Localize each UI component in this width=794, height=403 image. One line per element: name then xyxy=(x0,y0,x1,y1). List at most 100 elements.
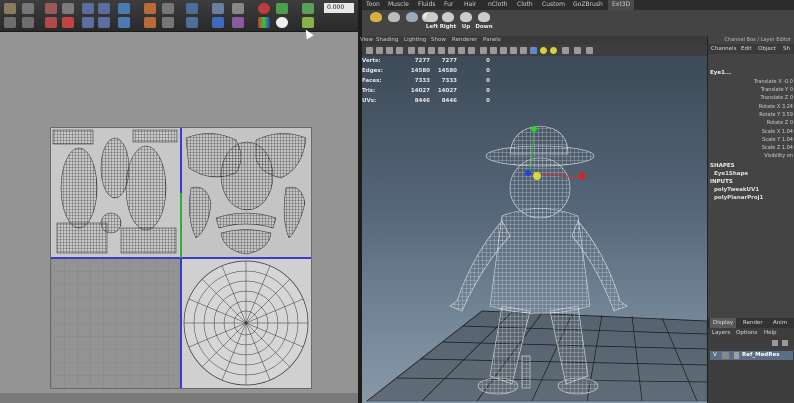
tab-display[interactable]: Display xyxy=(710,318,737,328)
grid-toggle-icon[interactable] xyxy=(408,47,415,54)
brush-shelf-button[interactable] xyxy=(366,11,386,35)
shelf-tab[interactable]: Toon xyxy=(366,0,380,10)
shelf-tab-active[interactable]: Ext3D xyxy=(608,0,635,10)
uv-tool-icon[interactable] xyxy=(144,3,156,14)
isolate-select-icon[interactable] xyxy=(586,47,593,54)
uv-tool-icon[interactable] xyxy=(118,3,130,14)
attr-rotate-x[interactable]: Rotate X 3.24 xyxy=(759,104,793,110)
uv-tool-icon[interactable] xyxy=(82,17,94,28)
layer-name[interactable]: Ref_MedRes xyxy=(742,351,780,360)
render-shelf-button[interactable] xyxy=(384,11,404,35)
attr-translate-y[interactable]: Translate Y 0 xyxy=(761,87,793,93)
camera-up-button[interactable]: Up xyxy=(456,11,476,35)
show-menu[interactable]: Sh xyxy=(783,44,790,54)
flip-uv-icon[interactable] xyxy=(45,3,57,14)
uv-tool-icon[interactable] xyxy=(162,17,174,28)
shape-node[interactable]: Eye1Shape xyxy=(714,171,748,177)
uv-tool-icon[interactable] xyxy=(162,3,174,14)
shelf-tab[interactable]: Hair xyxy=(464,0,476,10)
viewport-menu-shading[interactable]: Shading xyxy=(376,36,398,45)
safe-title-icon[interactable] xyxy=(468,47,475,54)
layers-menu[interactable]: Layers xyxy=(712,329,730,338)
high-quality-icon[interactable] xyxy=(562,47,569,54)
uv-tool-icon[interactable] xyxy=(276,3,288,14)
uv-empty-tile[interactable] xyxy=(51,258,181,388)
layer-visibility-toggle[interactable]: V xyxy=(713,351,717,360)
viewport-menu-lighting[interactable]: Lighting xyxy=(404,36,426,45)
uv-tool-icon[interactable] xyxy=(22,3,34,14)
input-node[interactable]: polyTweakUV1 xyxy=(714,187,759,193)
layer-type-toggle[interactable] xyxy=(722,352,729,359)
viewport-menu-renderer[interactable]: Renderer xyxy=(452,36,477,45)
image-plane-icon[interactable] xyxy=(396,47,403,54)
uv-shells-head[interactable] xyxy=(181,128,311,258)
uv-shells-radial[interactable] xyxy=(181,258,311,388)
uv-tool-icon[interactable] xyxy=(186,3,198,14)
shadows-icon[interactable] xyxy=(550,47,557,54)
uv-tool-icon[interactable] xyxy=(144,17,156,28)
dim-image-icon[interactable] xyxy=(232,3,244,14)
uv-tool-icon[interactable] xyxy=(302,3,314,14)
uv-tool-icon[interactable] xyxy=(62,3,74,14)
shelf-tab[interactable]: Cloth xyxy=(517,0,533,10)
shelf-tab[interactable]: Custom xyxy=(542,0,565,10)
shelf-tab[interactable]: Fluids xyxy=(418,0,436,10)
uv-tool-icon[interactable] xyxy=(62,17,74,28)
shelf-tab[interactable]: Muscle xyxy=(388,0,409,10)
uv-tool-icon[interactable] xyxy=(98,3,110,14)
isolate-icon[interactable] xyxy=(530,47,537,54)
bookmark-icon[interactable] xyxy=(386,47,393,54)
new-layer-selected-icon[interactable] xyxy=(782,340,788,346)
camera-icon[interactable] xyxy=(574,47,581,54)
attr-rotate-z[interactable]: Rotate Z 0 xyxy=(767,120,793,126)
camera-right-button[interactable]: Right xyxy=(438,11,458,35)
attr-rotate-y[interactable]: Rotate Y 3.59 xyxy=(759,112,793,118)
layer-color-swatch[interactable] xyxy=(734,352,739,359)
uv-tool-icon[interactable] xyxy=(22,17,34,28)
attr-scale-x[interactable]: Scale X 1.04 xyxy=(762,129,793,135)
use-all-lights-icon[interactable] xyxy=(540,47,547,54)
wireframe-icon[interactable] xyxy=(480,47,487,54)
smooth-shade-icon[interactable] xyxy=(490,47,497,54)
textured-icon[interactable] xyxy=(510,47,517,54)
layer-row[interactable]: V Ref_MedRes xyxy=(710,351,793,360)
options-menu[interactable]: Options xyxy=(736,329,757,338)
shelf-tab[interactable]: GoZBrush xyxy=(573,0,603,10)
camera-attr-icon[interactable] xyxy=(376,47,383,54)
xray-icon[interactable] xyxy=(520,47,527,54)
viewport-menu-view[interactable]: View xyxy=(360,36,373,45)
image-display-icon[interactable] xyxy=(212,3,224,14)
new-layer-icon[interactable] xyxy=(772,340,778,346)
channels-menu[interactable]: Channels xyxy=(711,44,736,54)
object-menu[interactable]: Object xyxy=(758,44,776,54)
safe-action-icon[interactable] xyxy=(458,47,465,54)
shaded-uv-icon[interactable] xyxy=(232,17,244,28)
viewport-menu-show[interactable]: Show xyxy=(431,36,446,45)
attr-translate-x[interactable]: Translate X -0.0 xyxy=(754,79,793,85)
uv-tool-icon[interactable] xyxy=(4,17,16,28)
uv-tool-icon[interactable] xyxy=(186,17,198,28)
camera-down-button[interactable]: Down xyxy=(474,11,494,35)
uv-tool-icon[interactable] xyxy=(4,3,16,14)
field-chart-icon[interactable] xyxy=(448,47,455,54)
perspective-viewport[interactable]: Verts: 7277 7277 0 Edges: 14580 14580 0 Faces:… xyxy=(362,56,707,403)
uv-tool-icon[interactable] xyxy=(98,17,110,28)
shelf-tab[interactable]: Fur xyxy=(444,0,453,10)
select-camera-icon[interactable] xyxy=(366,47,373,54)
uv-value-field[interactable]: 0.000 xyxy=(324,3,354,13)
refresh-icon[interactable] xyxy=(258,3,270,14)
tab-anim[interactable]: Anim xyxy=(770,318,790,328)
rotate-uv-icon[interactable] xyxy=(45,17,57,28)
wireframe-on-shaded-icon[interactable] xyxy=(500,47,507,54)
alpha-icon[interactable] xyxy=(276,17,288,28)
attr-visibility[interactable]: Visibility on xyxy=(764,153,793,159)
rgb-channels-icon[interactable] xyxy=(258,17,270,28)
input-node[interactable]: polyPlanarProj1 xyxy=(714,195,763,201)
uv-shells-body[interactable] xyxy=(51,128,181,258)
uv-grid[interactable] xyxy=(50,127,312,389)
viewport-menu-panels[interactable]: Panels xyxy=(483,36,501,45)
uv-tool-icon[interactable] xyxy=(302,17,314,28)
tab-render[interactable]: Render xyxy=(740,318,766,328)
shelf-tab[interactable]: nCloth xyxy=(488,0,508,10)
film-gate-icon[interactable] xyxy=(418,47,425,54)
